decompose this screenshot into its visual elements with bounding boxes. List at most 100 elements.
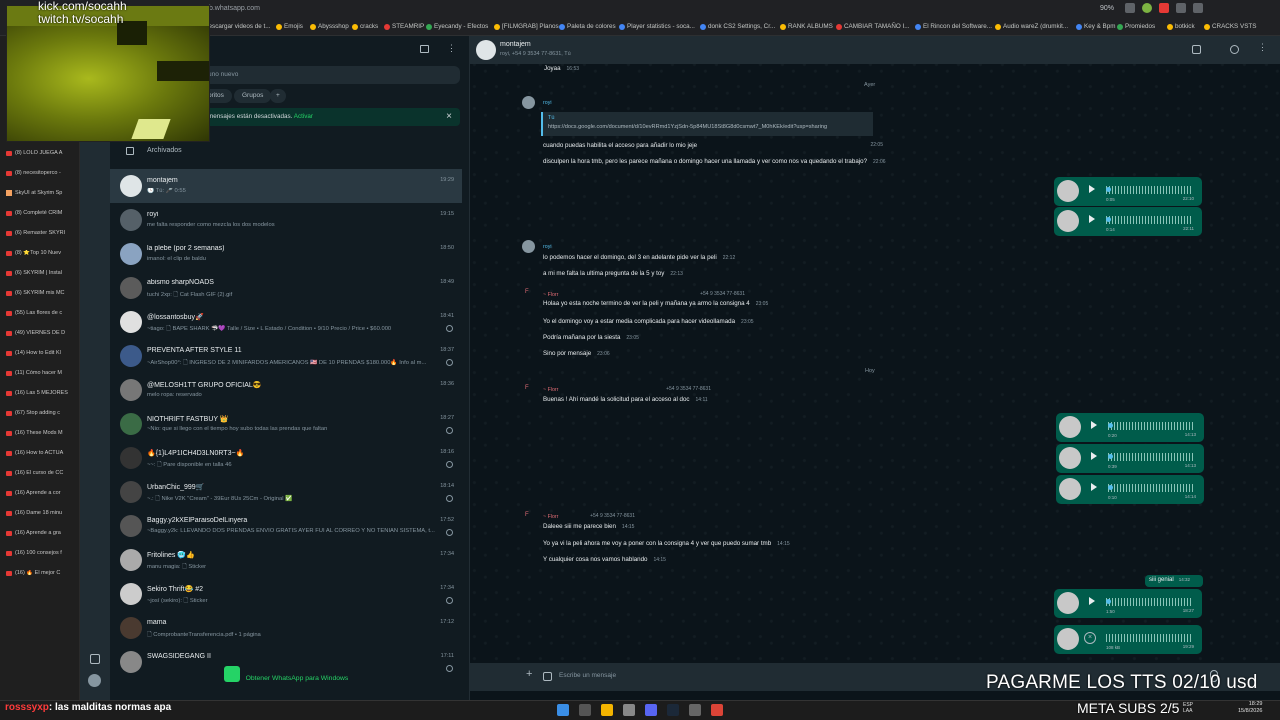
menu-dots-icon[interactable]: ⋮ — [1258, 42, 1267, 53]
browser-tab[interactable]: SkyUI at Skyrim Sp — [6, 190, 78, 196]
browser-tab[interactable]: (6) SKYRIM | Instal — [6, 270, 78, 276]
language-indicator[interactable]: ESP LAA — [1183, 702, 1193, 714]
chat-list-item[interactable]: @lossantosbuy🚀 ~tiago: 🗋 BAPE SHARK 🦈💜 Ta… — [110, 305, 462, 339]
filter-groups[interactable]: Grupos — [234, 89, 272, 103]
browser-tab[interactable]: (8) necesitoperco - — [6, 170, 78, 176]
browser-tab[interactable]: (6) Remaster SKYRI — [6, 230, 78, 236]
chat-list-item[interactable]: PREVENTA AFTER STYLE 11 ~AirShop00°: 🗋 IN… — [110, 339, 462, 373]
search-input[interactable]: uno nuevo — [200, 66, 460, 84]
browser-tab[interactable]: (16) 100 consejos f — [6, 550, 78, 556]
bookmark-item[interactable]: CAMBIAR TAMAÑO I... — [836, 23, 910, 30]
chat-list-item[interactable]: Fritolines 🥶👍 manu magia: 🗋 Sticker 17:34 — [110, 543, 462, 577]
bookmark-item[interactable]: Promiedos — [1117, 23, 1155, 30]
browser-tab[interactable]: (14) How to Edit Kl — [6, 350, 78, 356]
chat-list-item[interactable]: Sekiro Thrift😂 #2 ~josí (sekiro): 🗋 Stick… — [110, 577, 462, 611]
message-bubble[interactable]: Daleee siii me parece bien 14:15 — [543, 522, 634, 532]
zoom-indicator[interactable]: 90% — [1100, 5, 1114, 12]
settings-icon[interactable] — [90, 654, 100, 664]
message-bubble[interactable]: cuando puedas habilita el acceso para añ… — [543, 141, 883, 150]
browser-tab[interactable]: (8) Completé CRIM — [6, 210, 78, 216]
puzzle-icon[interactable] — [1176, 3, 1186, 13]
play-icon[interactable] — [1091, 483, 1097, 491]
taskbar-app-icon[interactable] — [667, 704, 679, 716]
waveform[interactable] — [1108, 422, 1194, 430]
taskbar-app-icon[interactable] — [645, 704, 657, 716]
browser-tab[interactable]: (49) VIERNES DE D — [6, 330, 78, 336]
close-icon[interactable]: × — [446, 111, 452, 122]
chat-list-item[interactable]: montajem 🕓 Tú: 🎤 0:55 19:29 — [110, 169, 462, 203]
voice-message[interactable]: 1:50 18:27 — [1054, 589, 1202, 618]
bookmark-item[interactable]: [FILMGRAB] Planos — [494, 23, 559, 30]
archived-row[interactable]: Archivados — [110, 140, 460, 162]
browser-tab[interactable]: (16) Aprende a gra — [6, 530, 78, 536]
message-input[interactable]: Escribe un mensaje — [559, 672, 616, 679]
cancel-upload-icon[interactable]: × — [1084, 632, 1096, 644]
play-icon[interactable] — [1091, 421, 1097, 429]
bookmark-item[interactable]: Audio wareZ (drumkit... — [995, 23, 1068, 30]
chat-list-item[interactable]: abismo sharpNOADS tuchi 2xp: 🗋 Cat Flash … — [110, 271, 462, 305]
outgoing-message[interactable]: siii genial 14:32 — [1145, 575, 1203, 587]
message-bubble[interactable]: Y cualquier cosa nos vamos hablando 14:15 — [543, 555, 666, 565]
waveform[interactable] — [1106, 186, 1192, 194]
voice-message[interactable]: 0:20 14:13 — [1056, 413, 1204, 442]
activate-link[interactable]: Activar — [294, 113, 313, 120]
message-bubble[interactable]: Holaa yo esta noche termino de ver la pe… — [543, 299, 768, 309]
video-call-icon[interactable] — [1192, 45, 1201, 54]
bookmark-item[interactable]: El Rincon del Software... — [915, 23, 992, 30]
message-bubble[interactable]: a mi me falta la ultima pregunta de la 5… — [543, 269, 683, 279]
message-bubble[interactable]: Yo ya vi la peli ahora me voy a poner co… — [543, 539, 790, 549]
bookmark-item[interactable]: CRACKS VSTS — [1204, 23, 1256, 30]
search-icon[interactable] — [1230, 45, 1239, 54]
conversation-header[interactable]: montajem royi, +54 9 3534 77-8631, Tú ⋮ — [470, 36, 1280, 64]
waveform[interactable] — [1106, 216, 1192, 224]
play-icon[interactable] — [1089, 185, 1095, 193]
bookmark-item[interactable]: Emojis — [276, 23, 303, 30]
bookmark-item[interactable]: Eyecandy - Efectos — [426, 23, 488, 30]
message-bubble[interactable]: Yo el domingo voy a estar media complica… — [543, 317, 754, 327]
browser-tab[interactable]: (11) Cómo hacer M — [6, 370, 78, 376]
waveform[interactable] — [1106, 598, 1192, 606]
extension-icon[interactable] — [1159, 3, 1169, 13]
message-bubble[interactable]: disculpen la hora tmb, pero les parece m… — [543, 157, 886, 167]
voice-message[interactable]: 0:39 14:13 — [1056, 444, 1204, 473]
profile-avatar[interactable] — [88, 674, 101, 687]
system-clock[interactable]: 18:29 15/8/2026 — [1238, 701, 1262, 715]
extensions-icon[interactable] — [1125, 3, 1135, 13]
taskbar-app-icon[interactable] — [601, 704, 613, 716]
voice-message-uploading[interactable]: × 108 kB 19:29 — [1054, 625, 1202, 654]
bookmark-item[interactable]: RANK ALBUMS — [780, 23, 833, 30]
play-icon[interactable] — [1089, 597, 1095, 605]
bookmark-item[interactable]: Paleta de colores — [559, 23, 616, 30]
taskbar-app-icon[interactable] — [557, 704, 569, 716]
bookmark-item[interactable]: donk CS2 Settings, Cr... — [700, 23, 775, 30]
taskbar-app-icon[interactable] — [623, 704, 635, 716]
browser-tab[interactable]: (8) ⭐Top 10 Nuev — [6, 250, 78, 256]
taskbar-app-icon[interactable] — [711, 704, 723, 716]
browser-tab[interactable]: (6) SKYRIM mis MC — [6, 290, 78, 296]
browser-tab[interactable]: (16) These Mods M — [6, 430, 78, 436]
browser-tab[interactable]: (16) Dame 18 minu — [6, 510, 78, 516]
browser-tab[interactable]: (16) 🔥 El mejor C — [6, 570, 78, 576]
waveform[interactable] — [1108, 453, 1194, 461]
browser-tab[interactable]: (16) Aprende a cor — [6, 490, 78, 496]
play-icon[interactable] — [1089, 215, 1095, 223]
group-avatar[interactable] — [476, 40, 496, 60]
play-icon[interactable] — [1091, 452, 1097, 460]
message-bubble[interactable]: Sino por mensaje 23:06 — [543, 349, 610, 359]
bookmark-item[interactable]: Key & Bpm — [1076, 23, 1116, 30]
message-bubble[interactable]: Buenas ! Ahí mandé la solicitud para el … — [543, 395, 708, 405]
browser-tab[interactable]: (16) Las 5 MEJORES — [6, 390, 78, 396]
message-bubble[interactable]: Podría mañana por la siesta 23:05 — [543, 333, 639, 343]
emoji-icon[interactable] — [543, 672, 552, 681]
bookmark-item[interactable]: Player statistics - soca... — [619, 23, 695, 30]
browser-tab[interactable]: (16) El curso de CC — [6, 470, 78, 476]
message-bubble[interactable]: Joyaa 16:53 — [544, 64, 579, 74]
browser-tab[interactable]: (8) LOLO JUEGA A — [6, 150, 78, 156]
message-bubble[interactable]: lo podemos hacer el domingo, del 3 en ad… — [543, 253, 735, 263]
voice-message[interactable]: 0:10 14:14 — [1056, 475, 1204, 504]
bookmark-item[interactable]: cracks — [352, 23, 378, 30]
browser-tab[interactable]: (55) Las flores de c — [6, 310, 78, 316]
voice-message[interactable]: 0:05 22:10 — [1054, 177, 1202, 206]
filter-add[interactable]: + — [270, 89, 286, 103]
menu-icon[interactable] — [1193, 3, 1203, 13]
